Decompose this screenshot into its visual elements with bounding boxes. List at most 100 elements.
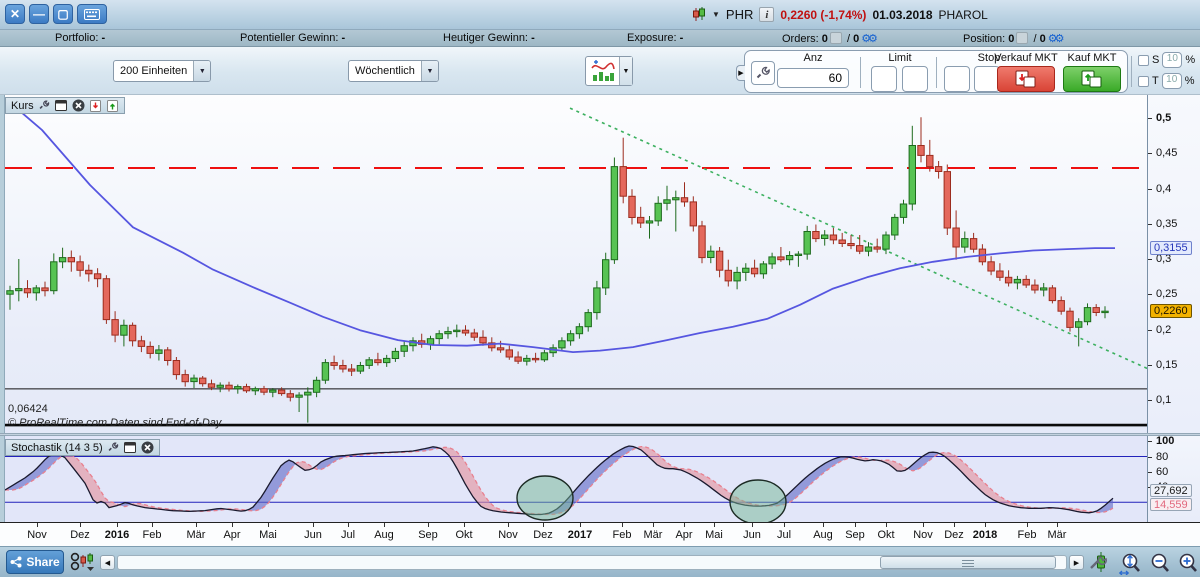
indicators-button[interactable]: ▼: [585, 56, 633, 86]
stochastic-axis[interactable]: 10080604027,69214,559: [1147, 436, 1200, 522]
trade-settings-button[interactable]: [751, 61, 775, 85]
share-button[interactable]: Share: [6, 550, 64, 574]
quantity-input[interactable]: [777, 68, 849, 88]
month-label: Jun: [304, 529, 322, 541]
sell-order-page-icon[interactable]: [89, 99, 102, 112]
stochastic-panel-header: Stochastik (14 3 5): [5, 439, 160, 456]
maximize-window-button[interactable]: ▢: [53, 4, 73, 24]
month-label: 2018: [973, 529, 997, 541]
chevron-down-icon: ▼: [421, 61, 438, 81]
exposure-field: Exposure: -: [627, 32, 683, 44]
stoch-d-badge: 14,559: [1150, 498, 1192, 511]
sell-market-label: Verkauf MKT: [991, 52, 1061, 64]
month-label: Okt: [455, 529, 472, 541]
wrench-icon[interactable]: [38, 99, 51, 112]
month-tick: [985, 523, 986, 527]
stoch-tick-label: 100: [1156, 435, 1174, 447]
buy-market-button[interactable]: [1063, 66, 1121, 92]
axis-tick: [1148, 118, 1152, 119]
price-axis[interactable]: 0,50,450,40,350,30,250,20,150,10,31550,2…: [1147, 95, 1200, 433]
price-panel-title: Kurs: [11, 100, 34, 112]
axis-tick: [1148, 365, 1152, 366]
minimize-window-button[interactable]: —: [29, 4, 49, 24]
detach-window-icon[interactable]: [124, 441, 137, 454]
buy-limit-button[interactable]: [902, 66, 928, 92]
symbol-dropdown-icon[interactable]: ▼: [712, 10, 720, 19]
candlestick-chart[interactable]: [5, 95, 1147, 433]
zoom-fit-icon[interactable]: [1118, 552, 1142, 577]
chevron-down-icon[interactable]: ▼: [619, 57, 632, 85]
month-label: Okt: [877, 529, 894, 541]
month-label: 2016: [105, 529, 129, 541]
scrollbar-handle[interactable]: [880, 556, 1056, 569]
stop-checkbox[interactable]: [1138, 55, 1149, 66]
month-label: Dez: [944, 529, 964, 541]
sell-order-icon: [1015, 70, 1037, 88]
keyboard-icon[interactable]: [77, 4, 107, 24]
detach-window-icon[interactable]: [55, 99, 68, 112]
month-label: Sep: [845, 529, 865, 541]
price-panel-header: Kurs: [5, 97, 125, 114]
linked-symbol-icon[interactable]: [70, 552, 96, 575]
month-label: Apr: [223, 529, 240, 541]
units-select[interactable]: 200 Einheiten▼: [113, 60, 211, 82]
month-label: Mär: [644, 529, 663, 541]
symbol-info-button[interactable]: i: [759, 7, 774, 22]
sell-market-button[interactable]: [997, 66, 1055, 92]
stop-percent-input[interactable]: 10: [1162, 52, 1182, 68]
month-tick: [714, 523, 715, 527]
buy-order-icon: [1081, 70, 1103, 88]
target-percent-input[interactable]: 10: [1162, 73, 1182, 89]
axis-tick: [1148, 330, 1152, 331]
month-label: Nov: [498, 529, 518, 541]
orders-settings-icon[interactable]: ⚙⚙: [861, 33, 875, 45]
copyright-note: © ProRealTime.com Daten sind End-of-Day: [8, 417, 221, 429]
close-icon[interactable]: [72, 99, 85, 112]
scroll-right-button[interactable]: ▶: [1069, 555, 1084, 570]
close-icon[interactable]: [141, 441, 154, 454]
month-tick: [653, 523, 654, 527]
indicator-chart-icon: [586, 57, 619, 85]
timeframe-select[interactable]: Wöchentlich▼: [348, 60, 439, 82]
price-tick-label: 0,35: [1156, 218, 1177, 230]
instrument-name: PHAROL: [939, 8, 988, 22]
trade-panel-collapse-button[interactable]: ▶: [736, 65, 745, 81]
buy-order-page-icon[interactable]: [106, 99, 119, 112]
month-label: Dez: [70, 529, 90, 541]
scroll-left-button[interactable]: ◀: [100, 555, 115, 570]
axis-tick: [1148, 224, 1152, 225]
sell-stop-button[interactable]: [944, 66, 970, 92]
position-settings-icon[interactable]: ⚙⚙: [1048, 33, 1062, 45]
month-tick: [232, 523, 233, 527]
close-window-button[interactable]: ✕: [5, 4, 25, 24]
month-label: Apr: [675, 529, 692, 541]
price-tick-label: 0,1: [1156, 394, 1171, 406]
position-list-icon[interactable]: [1016, 32, 1028, 44]
month-tick: [752, 523, 753, 527]
stoch-k-badge: 27,692: [1150, 484, 1192, 497]
sell-limit-button[interactable]: [871, 66, 897, 92]
signal-circle: [730, 480, 786, 522]
s-label: S: [1152, 54, 1159, 66]
portfolio-field: Portfolio: -: [55, 32, 105, 44]
zoom-out-icon[interactable]: [1148, 552, 1172, 577]
month-label: 2017: [568, 529, 592, 541]
chevron-down-icon: ▼: [193, 61, 210, 81]
chart-tools-icon[interactable]: [1088, 552, 1110, 576]
ma-value-badge: 0,3155: [1150, 241, 1192, 255]
quote-date: 01.03.2018: [872, 8, 932, 22]
price-tick-label: 0,25: [1156, 288, 1177, 300]
target-checkbox[interactable]: [1138, 76, 1149, 87]
chart-scrollbar[interactable]: [117, 555, 1067, 570]
zoom-in-icon[interactable]: [1176, 552, 1200, 577]
month-label: Feb: [613, 529, 632, 541]
trading-app-window: ✕ — ▢ ▼ PHR i 0,2260 (-1,74%) 01.03.2018…: [0, 0, 1200, 577]
stochastic-chart[interactable]: [5, 436, 1147, 522]
wrench-icon[interactable]: [107, 441, 120, 454]
orders-list-icon[interactable]: [830, 32, 842, 44]
month-tick: [348, 523, 349, 527]
month-label: Jul: [341, 529, 355, 541]
month-tick: [37, 523, 38, 527]
month-label: Jun: [743, 529, 761, 541]
time-axis[interactable]: NovDez2016FebMärAprMaiJunJulAugSepOktNov…: [0, 522, 1200, 546]
